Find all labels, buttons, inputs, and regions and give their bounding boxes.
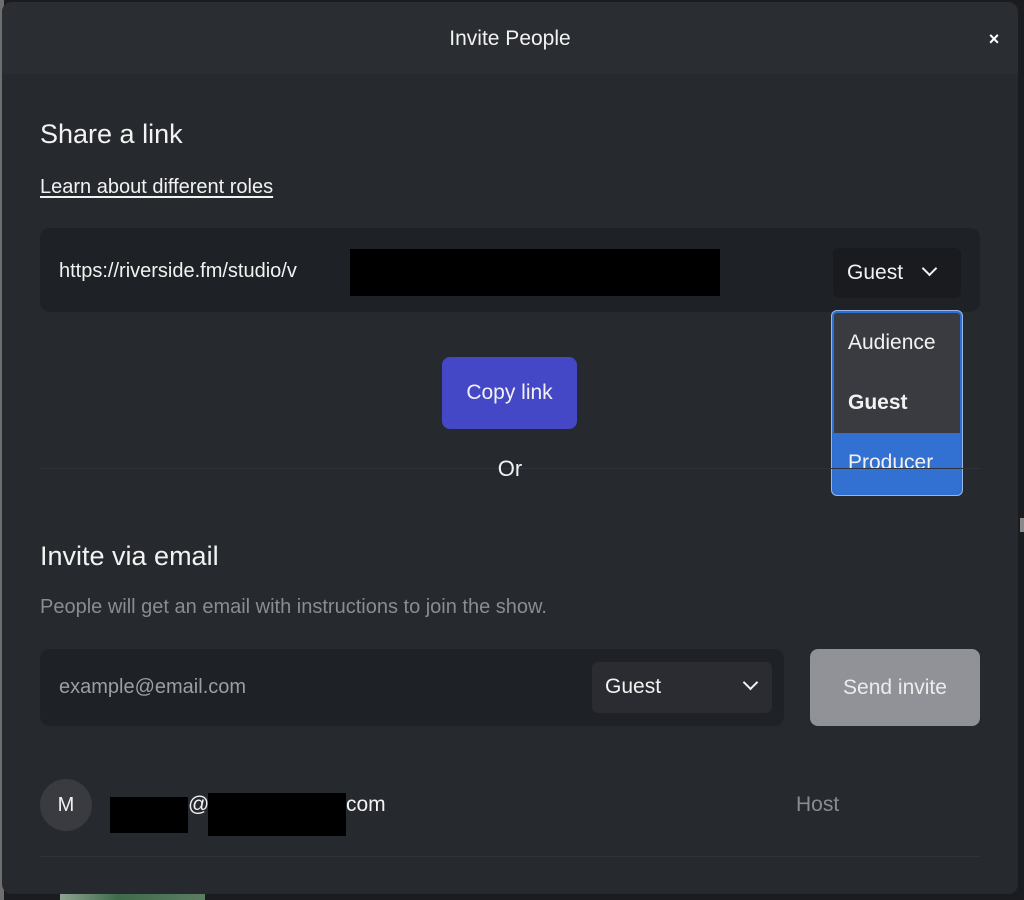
role-option-audience[interactable]: Audience xyxy=(834,313,960,373)
send-invite-button[interactable]: Send invite xyxy=(810,649,980,726)
member-email-suffix: com xyxy=(346,793,386,816)
email-input[interactable] xyxy=(59,649,579,726)
email-invite-field-group: Guest xyxy=(40,649,784,726)
invite-email-description: People will get an email with instructio… xyxy=(40,596,547,618)
modal-header: Invite People × xyxy=(2,2,1018,74)
share-link-role-value: Guest xyxy=(847,261,904,284)
background-video-thumbnail xyxy=(60,893,205,900)
invite-people-modal: Invite People × Share a link Learn about… xyxy=(2,2,1018,894)
modal-title: Invite People xyxy=(449,27,571,50)
member-list-item: M @ com Host xyxy=(40,779,980,836)
email-role-select[interactable]: Guest xyxy=(592,662,772,713)
avatar: M xyxy=(40,779,92,831)
redacted-url-part xyxy=(350,249,720,296)
share-link-url[interactable]: https://riverside.fm/studio/v xyxy=(59,259,297,283)
redacted-email-user xyxy=(110,797,188,833)
background-scroll-marker xyxy=(1020,518,1024,532)
share-link-field[interactable]: https://riverside.fm/studio/v Guest xyxy=(40,228,980,312)
role-option-guest[interactable]: Guest xyxy=(834,373,960,433)
share-link-heading: Share a link xyxy=(40,119,183,149)
redacted-email-domain xyxy=(208,793,346,836)
email-role-value: Guest xyxy=(605,675,662,698)
member-role: Host xyxy=(796,793,840,816)
member-list-divider xyxy=(40,856,980,857)
or-separator: Or xyxy=(497,456,523,481)
close-icon[interactable]: × xyxy=(984,29,1004,49)
copy-link-button[interactable]: Copy link xyxy=(442,357,577,429)
chevron-down-icon xyxy=(742,674,759,691)
share-link-role-select[interactable]: Guest xyxy=(833,248,961,298)
chevron-down-icon xyxy=(921,260,938,277)
learn-roles-link[interactable]: Learn about different roles xyxy=(40,175,273,199)
member-email-at: @ xyxy=(188,793,210,816)
invite-email-heading: Invite via email xyxy=(40,541,219,571)
